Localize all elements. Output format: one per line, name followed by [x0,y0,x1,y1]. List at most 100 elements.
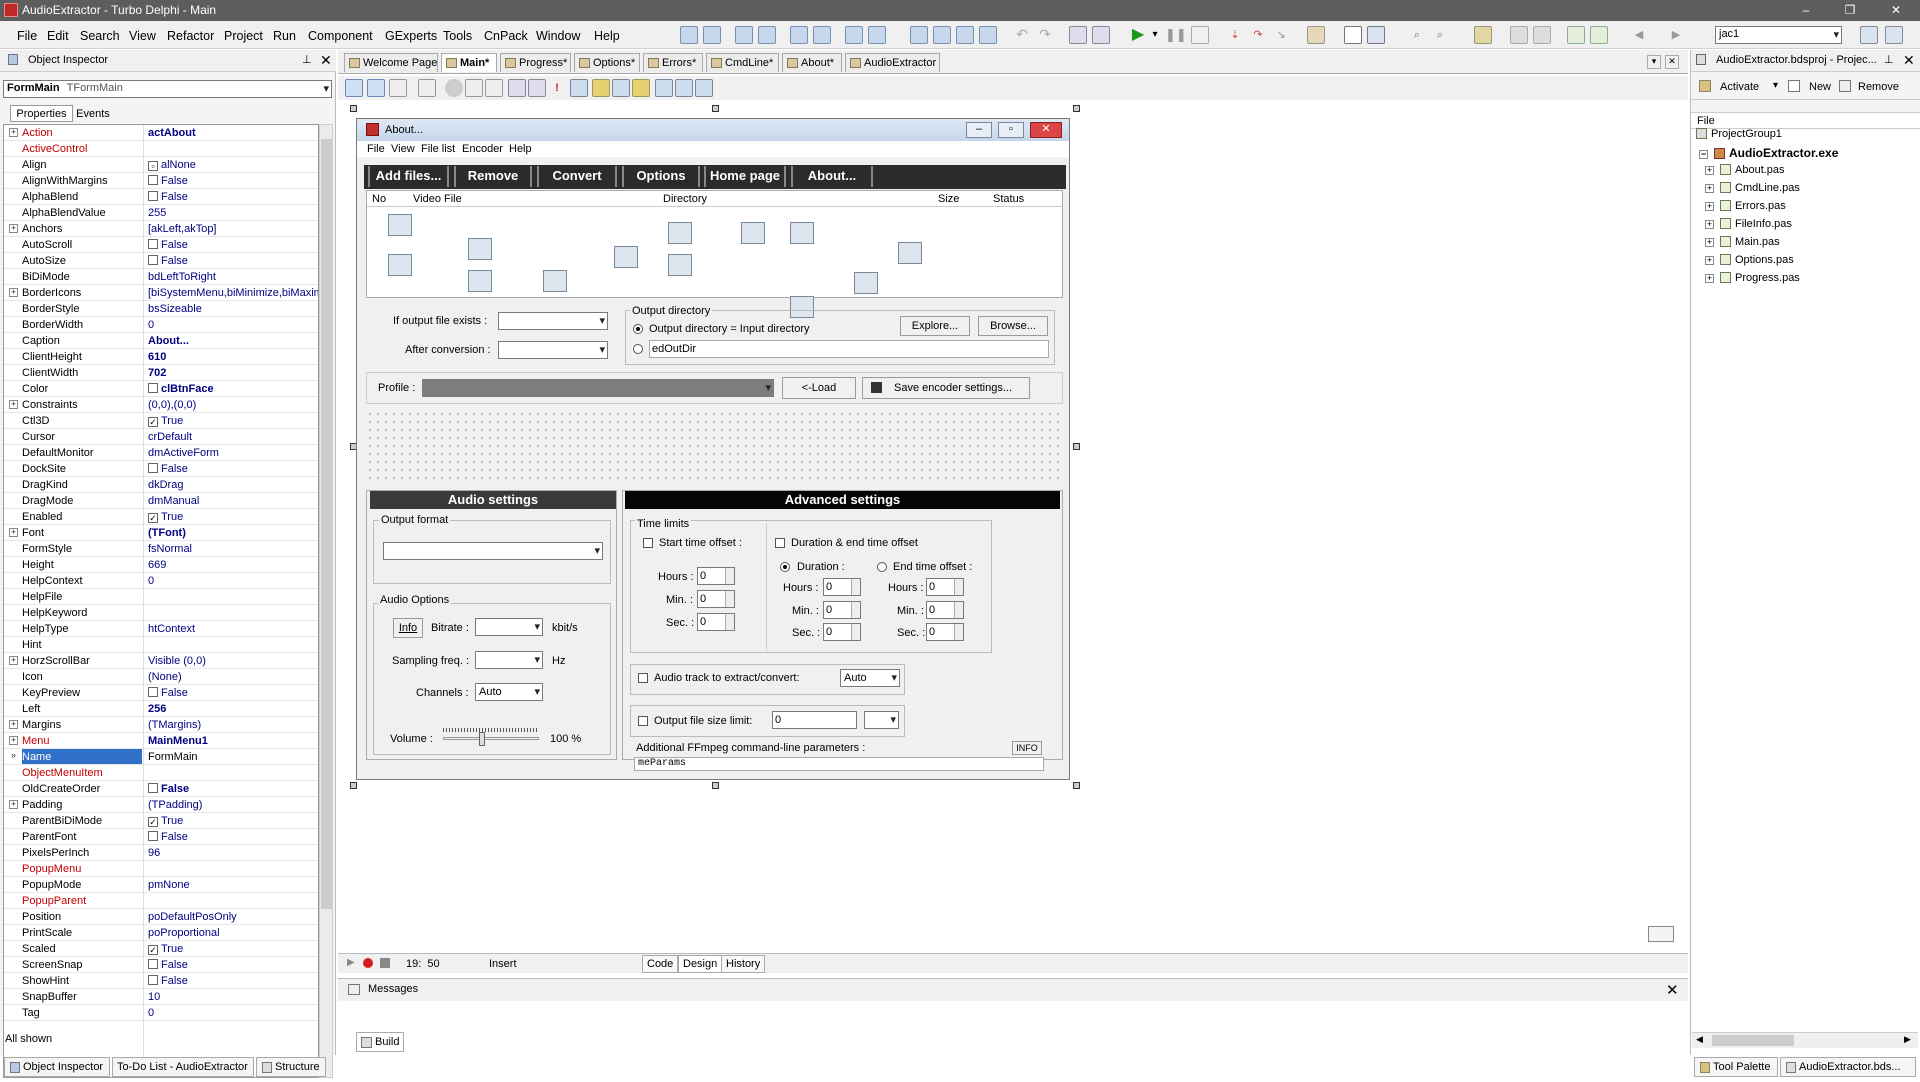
explore-button[interactable]: Explore... [900,316,970,336]
record-macro-icon[interactable] [363,958,373,968]
property-row[interactable]: + Menu MainMenu1 [4,733,318,749]
property-row[interactable]: + Margins (TMargins) [4,717,318,733]
tab-progress[interactable]: Progress* [500,53,571,72]
property-value[interactable]: crDefault [148,431,318,443]
expand-icon[interactable]: + [9,720,18,729]
size-limit-checkbox[interactable] [638,716,648,726]
property-row[interactable]: PrintScale poProportional [4,925,318,941]
tab-welcome-page[interactable]: Welcome Page [344,53,438,72]
menu-refactor[interactable]: Refactor [167,29,214,43]
property-row[interactable]: ObjectMenuItem [4,765,318,781]
open-dialog-icon[interactable] [668,222,692,244]
cnpack-icon-1[interactable] [1510,26,1528,44]
creation-order-icon[interactable] [508,79,526,97]
channels-combo[interactable]: Auto [475,683,543,701]
resize-handle[interactable] [712,782,719,789]
resize-handle[interactable] [350,782,357,789]
component-list-icon[interactable] [570,79,588,97]
expand-icon[interactable]: » [9,751,18,761]
view-as-text-icon[interactable] [655,79,673,97]
run-icon[interactable]: ▶ [1129,26,1147,44]
audio-track-combo[interactable]: Auto [840,669,900,687]
expand-icon[interactable]: + [1705,238,1714,247]
home-page-button[interactable]: Home page [704,166,786,187]
form-minimize-button[interactable]: – [966,122,992,138]
menu-view[interactable]: View [129,29,156,43]
expand-icon[interactable]: + [9,128,18,137]
property-row[interactable]: Tag 0 [4,1005,318,1021]
property-row[interactable]: OldCreateOrder False [4,781,318,797]
checkbox-icon[interactable] [148,191,158,201]
close-icon[interactable]: ✕ [1666,981,1679,999]
resize-handle[interactable] [1073,443,1080,450]
menu-gexperts[interactable]: GExperts [385,29,437,43]
column-video-file[interactable]: Video File [413,193,462,205]
close-window-button[interactable]: ✕ [1880,0,1912,21]
form-menu-help[interactable]: Help [509,143,532,155]
size-width-icon[interactable] [910,26,928,44]
property-value[interactable]: fsNormal [148,543,318,555]
property-value[interactable]: poDefaultPosOnly [148,911,318,923]
designer-preview-icon[interactable] [1648,926,1674,942]
property-value[interactable]: bdLeftToRight [148,271,318,283]
end-hours-spin[interactable]: 0 [926,578,964,596]
expand-icon[interactable]: + [9,656,18,665]
size-unit-combo[interactable] [864,711,899,729]
property-value[interactable]: ✓ True [148,415,318,427]
property-value[interactable]: bsSizeable [148,303,318,315]
property-value[interactable]: (TMargins) [148,719,318,731]
scroll-left-icon[interactable]: ◀ [1696,1034,1703,1045]
duration-sec-spin[interactable]: 0 [823,623,861,641]
save-dialog-icon[interactable] [388,254,412,276]
property-value[interactable]: False [148,191,318,203]
tab-properties[interactable]: Properties [10,105,73,122]
property-row[interactable]: + Anchors [akLeft,akTop] [4,221,318,237]
lock-icon[interactable] [632,79,650,97]
gexperts-icon[interactable] [418,79,436,97]
file-node-main[interactable]: + Main.pas [1705,236,1780,248]
output-format-combo[interactable] [383,542,603,560]
hierarchy-icon[interactable] [389,79,407,97]
property-value[interactable]: False [148,783,318,795]
new-form-icon[interactable] [1344,26,1362,44]
duration-radio[interactable] [780,562,790,572]
tab-order-icon[interactable] [485,79,503,97]
property-row[interactable]: Enabled ✓ True [4,509,318,525]
property-row[interactable]: Height 669 [4,557,318,573]
checkbox-icon[interactable]: ▫ [148,161,158,171]
undo-icon[interactable]: ↶ [1013,26,1031,44]
file-node-errors[interactable]: + Errors.pas [1705,200,1786,212]
property-row[interactable]: PopupMenu [4,861,318,877]
output-dir-edit[interactable]: edOutDir [649,340,1049,358]
file-column[interactable]: File [1697,115,1715,127]
property-value[interactable]: dmManual [148,495,318,507]
checkbox-icon[interactable] [148,463,158,473]
property-value[interactable]: (TPadding) [148,799,318,811]
duration-min-spin[interactable]: 0 [823,601,861,619]
expand-icon[interactable]: + [1705,202,1714,211]
property-row[interactable]: Cursor crDefault [4,429,318,445]
exclamation-icon[interactable]: ! [548,79,566,97]
form-menu-file[interactable]: File [367,143,385,155]
tab-object-inspector[interactable]: Object Inspector [4,1057,110,1077]
remove-button[interactable]: Remove [454,166,532,187]
property-row[interactable]: Caption About... [4,333,318,349]
imagelist-icon[interactable] [543,270,567,292]
checkbox-icon[interactable] [148,175,158,185]
property-row[interactable]: Ctl3D ✓ True [4,413,318,429]
property-row[interactable]: » Name FormMain [4,749,318,765]
resize-handle[interactable] [1073,782,1080,789]
snap-grid-icon[interactable] [979,26,997,44]
scale-icon[interactable] [528,79,546,97]
property-grid-scrollbar[interactable] [319,124,333,1078]
checkbox-icon[interactable] [148,975,158,985]
menu-search[interactable]: Search [80,29,120,43]
property-icon[interactable] [675,79,693,97]
activate-dropdown-icon[interactable]: ▾ [1773,80,1778,91]
align-palette-icon[interactable] [612,79,630,97]
property-row[interactable]: Align ▫ alNone [4,157,318,173]
tab-list-dropdown[interactable]: ▾ [1647,55,1661,69]
form-close-button[interactable]: ✕ [1030,122,1062,138]
open-dialog-icon[interactable] [468,238,492,260]
form-menu-view[interactable]: View [391,143,415,155]
